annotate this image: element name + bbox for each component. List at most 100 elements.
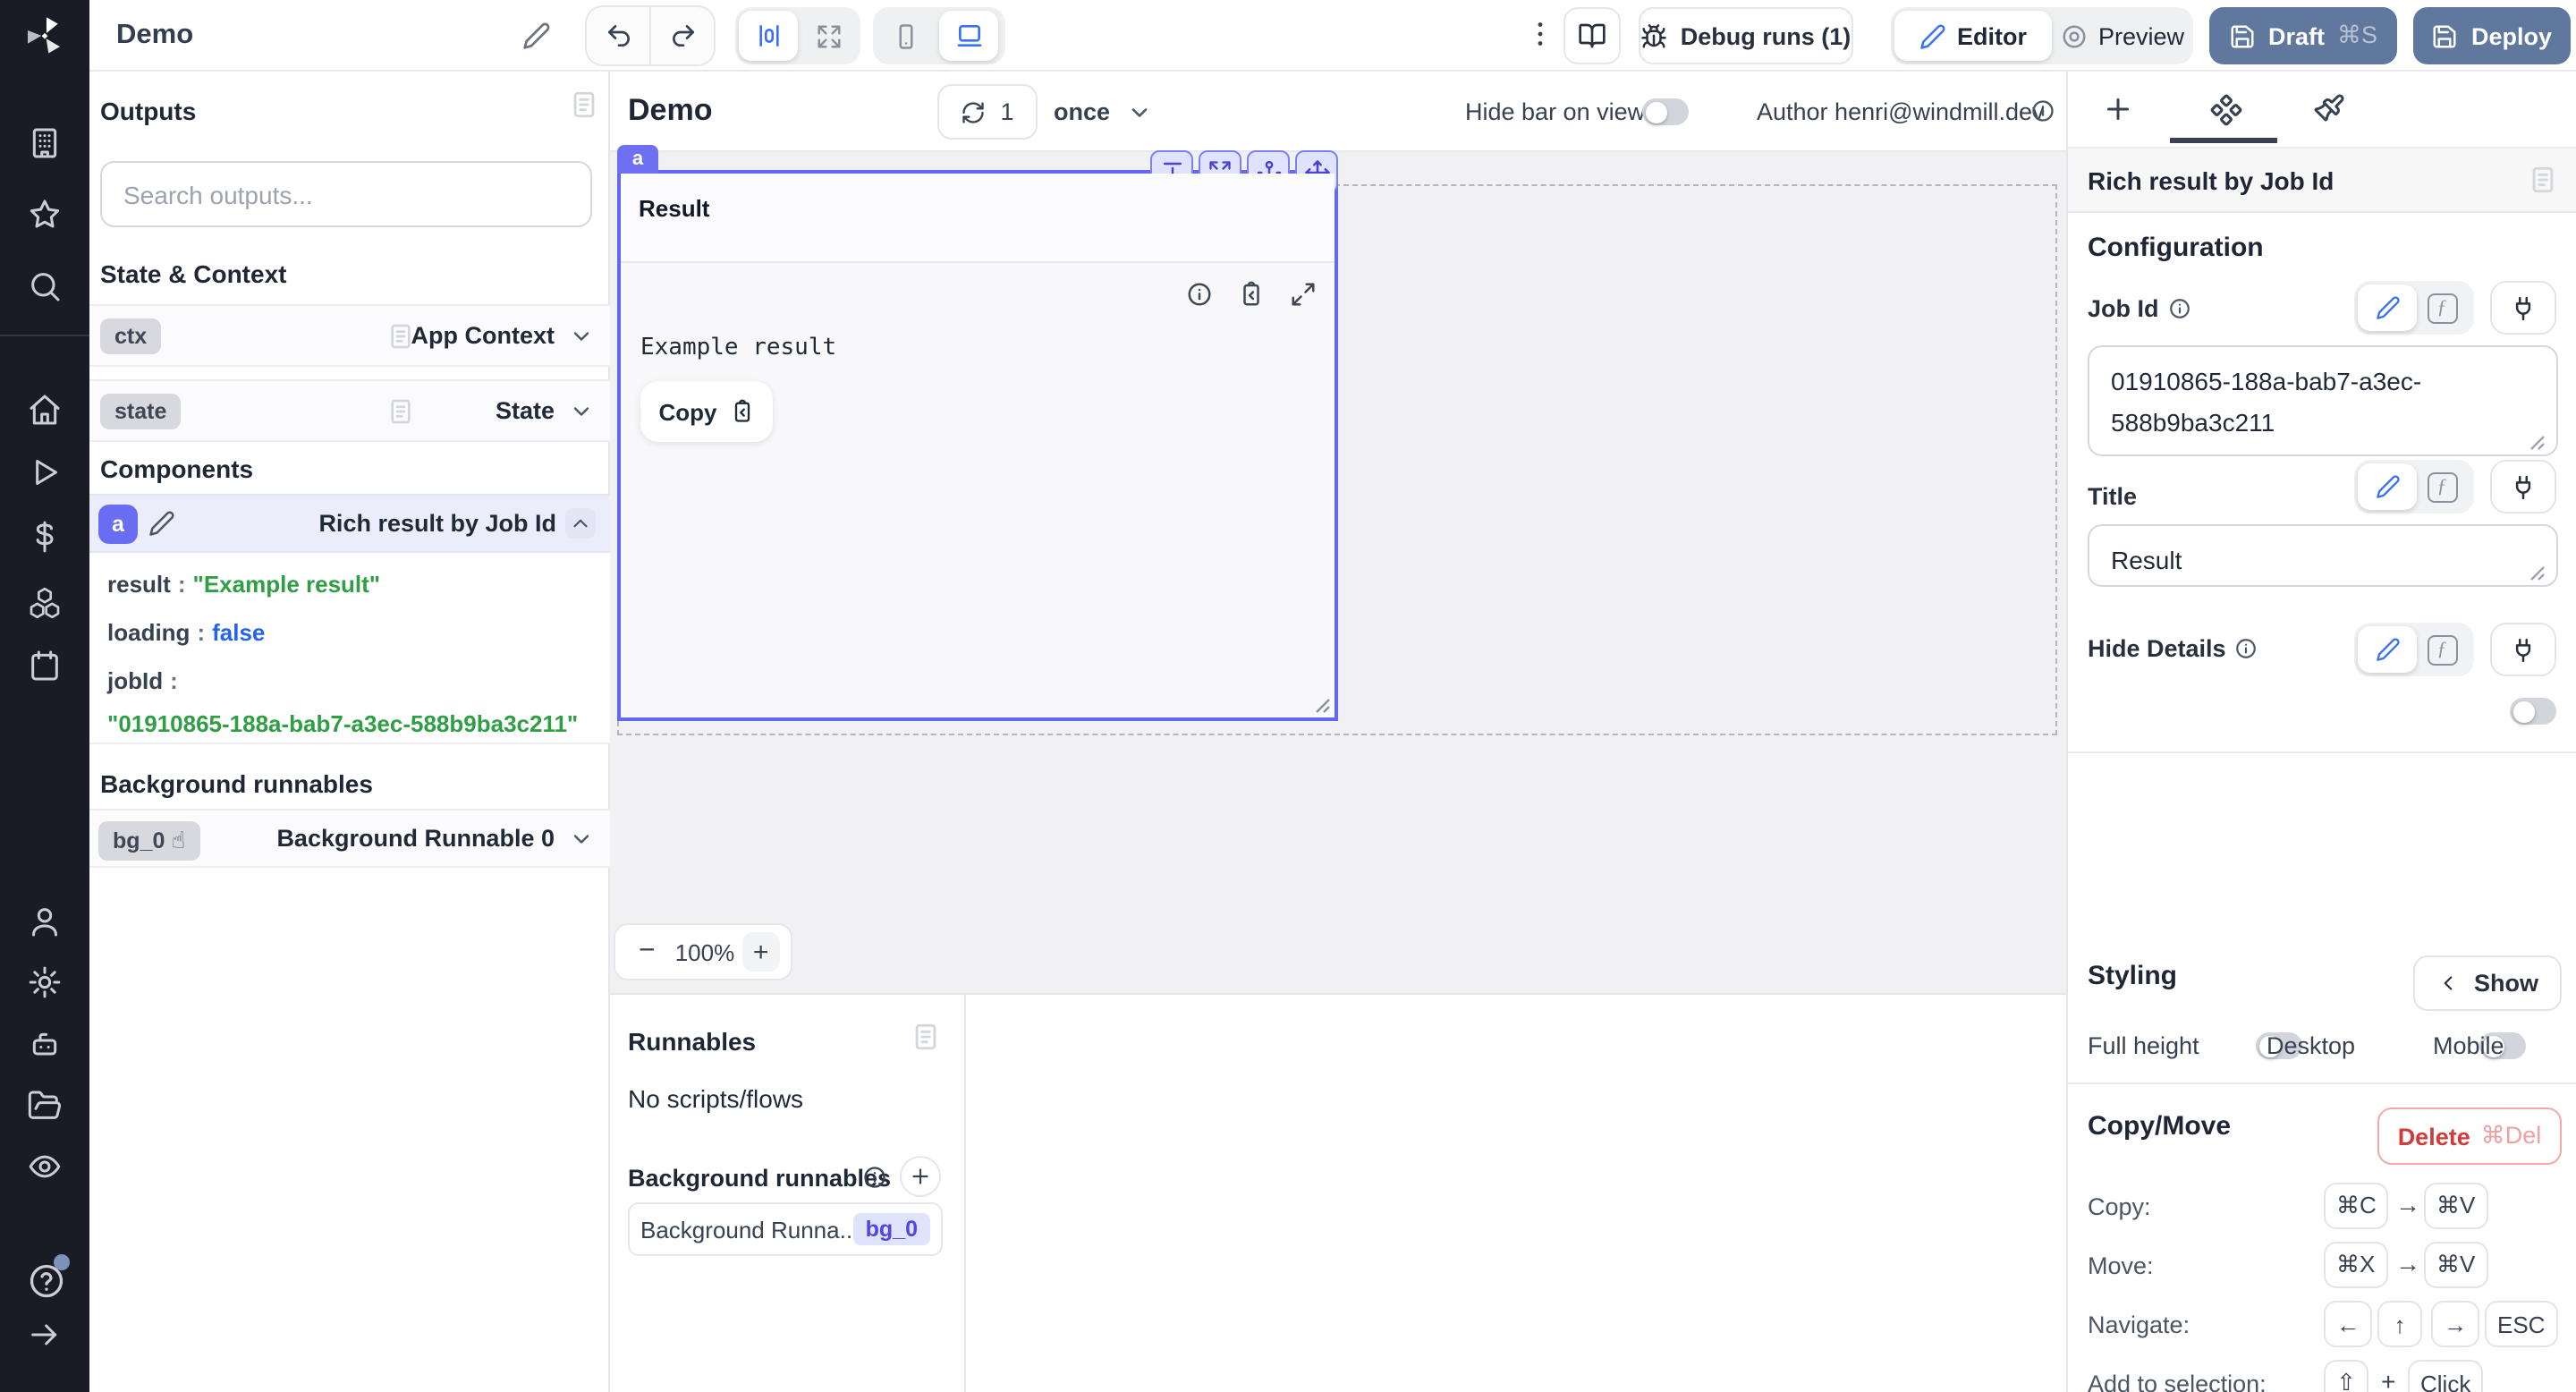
info-icon[interactable]: [2030, 98, 2055, 123]
outputs-doc-icon[interactable]: [569, 89, 599, 120]
refresh-count-button[interactable]: 1: [937, 84, 1038, 140]
desktop-view-button[interactable]: [939, 11, 998, 61]
undo-button[interactable]: [587, 7, 649, 64]
runnables-doc-icon[interactable]: [911, 1022, 941, 1052]
connect-plug-icon[interactable]: [2490, 623, 2556, 676]
background-runnable-row[interactable]: bg_0 ☝ Background Runnable 0: [89, 809, 610, 868]
styling-show-button[interactable]: Show: [2413, 955, 2562, 1011]
zoom-in-button[interactable]: +: [741, 932, 780, 972]
chevron-down-icon[interactable]: [1127, 100, 1152, 125]
tab-editor[interactable]: Editor: [1894, 11, 2052, 61]
hide-details-toggle[interactable]: [2510, 698, 2556, 725]
ctx-badge: ctx: [100, 318, 162, 354]
ctx-row[interactable]: ctx App Context: [89, 304, 610, 367]
chevron-down-icon[interactable]: [569, 324, 594, 349]
chevron-down-icon[interactable]: [569, 827, 594, 852]
function-icon[interactable]: ƒ: [2417, 463, 2467, 510]
hide-bar-toggle[interactable]: [1642, 98, 1689, 125]
schedules-calendar-icon[interactable]: [27, 648, 63, 683]
component-a[interactable]: a Result Example result Copy: [617, 145, 1338, 721]
canvas-header: Demo 1 once Hide bar on view Author henr…: [610, 72, 2066, 152]
workers-robot-icon[interactable]: [27, 1027, 63, 1063]
favorites-star-icon[interactable]: [27, 197, 63, 233]
search-outputs-input[interactable]: [100, 161, 592, 227]
background-runnables-heading: Background runnables: [628, 1165, 892, 1192]
info-icon[interactable]: [1186, 281, 1213, 308]
users-person-icon[interactable]: [27, 904, 63, 939]
delete-button[interactable]: Delete ⌘Del: [2377, 1108, 2562, 1165]
deploy-button[interactable]: Deploy: [2413, 7, 2571, 64]
resize-handle[interactable]: [1315, 698, 1331, 714]
title-label: Title: [2088, 483, 2138, 510]
kbd-arrow-up: ↑: [2377, 1301, 2422, 1347]
chevron-up-icon[interactable]: [565, 508, 596, 539]
audit-eye-icon[interactable]: [27, 1149, 63, 1184]
arrow-right-separator: →: [2395, 1249, 2420, 1277]
more-menu-icon[interactable]: [1524, 18, 1556, 50]
home-icon[interactable]: [27, 392, 63, 428]
title-mode-segment: ƒ: [2354, 460, 2474, 514]
add-selection-label: Add to selection:: [2088, 1371, 2267, 1392]
prop-jobid-key: jobId :: [107, 667, 178, 694]
collapse-arrow-right-icon[interactable]: [27, 1317, 63, 1353]
search-icon[interactable]: [27, 268, 63, 304]
prop-loading: loading : false: [107, 619, 266, 646]
draft-save-button[interactable]: Draft ⌘S: [2209, 7, 2397, 64]
preview-target-icon: [2061, 22, 2088, 49]
copy-result-button[interactable]: Copy: [640, 381, 773, 442]
settings-doc-icon[interactable]: [2528, 165, 2558, 195]
edit-title-pencil-icon[interactable]: [522, 21, 551, 50]
function-icon[interactable]: ƒ: [2417, 626, 2467, 673]
item-label: Background Runna...: [640, 1216, 853, 1243]
component-row-a[interactable]: a Rich result by Job Id: [89, 494, 610, 553]
workspace-building-icon[interactable]: [27, 125, 63, 161]
zoom-out-button[interactable]: −: [626, 936, 668, 968]
connect-plug-icon[interactable]: [2490, 460, 2556, 514]
editor-preview-segment: Editor Preview: [1891, 7, 2193, 64]
chevron-down-icon[interactable]: [569, 399, 594, 424]
background-runnable-item[interactable]: Background Runna... bg_0: [628, 1202, 943, 1256]
folders-icon[interactable]: [27, 1088, 63, 1124]
refresh-count: 1: [1000, 98, 1014, 125]
title-textarea[interactable]: Result: [2088, 524, 2558, 587]
tab-settings-component-icon[interactable]: [2202, 86, 2249, 132]
bg0-badge: bg_0 ☝: [98, 821, 200, 861]
rename-pencil-icon[interactable]: [148, 510, 175, 537]
tab-insert-plus-icon[interactable]: [2095, 86, 2141, 132]
centered-layout-button[interactable]: [739, 11, 798, 61]
settings-gear-icon[interactable]: [27, 964, 63, 1000]
connect-plug-icon[interactable]: [2490, 281, 2556, 335]
clipboard-icon[interactable]: [1238, 281, 1265, 308]
info-icon[interactable]: [862, 1165, 887, 1190]
full-width-layout-button[interactable]: [801, 11, 857, 61]
static-pencil-icon[interactable]: [2358, 463, 2417, 510]
info-icon[interactable]: [2168, 297, 2191, 320]
refresh-mode-select[interactable]: once: [1054, 98, 1110, 125]
canvas-area: Demo 1 once Hide bar on view Author henr…: [610, 72, 2066, 1392]
mobile-view-button[interactable]: [877, 11, 936, 61]
debug-runs-button[interactable]: Debug runs (1): [1639, 7, 1853, 64]
add-background-runnable-button[interactable]: [900, 1156, 941, 1197]
static-pencil-icon[interactable]: [2358, 284, 2417, 331]
runnables-empty-text: No scripts/flows: [628, 1084, 804, 1113]
settings-header-title: Rich result by Job Id: [2088, 166, 2334, 194]
component-a-tab[interactable]: a: [617, 145, 658, 174]
state-doc-icon[interactable]: [386, 397, 415, 426]
tab-preview[interactable]: Preview: [2055, 11, 2190, 61]
resources-cubes-icon[interactable]: [27, 585, 63, 621]
function-icon[interactable]: ƒ: [2417, 284, 2467, 331]
result-actions: [1186, 281, 1317, 308]
tab-styling-brush-icon[interactable]: [2306, 86, 2352, 132]
state-row[interactable]: state State: [89, 379, 610, 442]
variables-dollar-icon[interactable]: [27, 519, 63, 555]
info-icon[interactable]: [2235, 637, 2258, 660]
runs-play-icon[interactable]: [27, 454, 63, 490]
prop-result: result : "Example result": [107, 571, 381, 598]
maximize-icon[interactable]: [1290, 281, 1317, 308]
static-pencil-icon[interactable]: [2358, 626, 2417, 673]
docs-book-button[interactable]: [1563, 7, 1621, 64]
windmill-logo-icon[interactable]: [21, 13, 68, 59]
redo-button[interactable]: [649, 7, 714, 64]
canvas-grid[interactable]: a Result Example result Copy − 100% +: [610, 145, 2066, 995]
job-id-textarea[interactable]: 01910865-188a-bab7-a3ec-588b9ba3c211: [2088, 345, 2558, 456]
